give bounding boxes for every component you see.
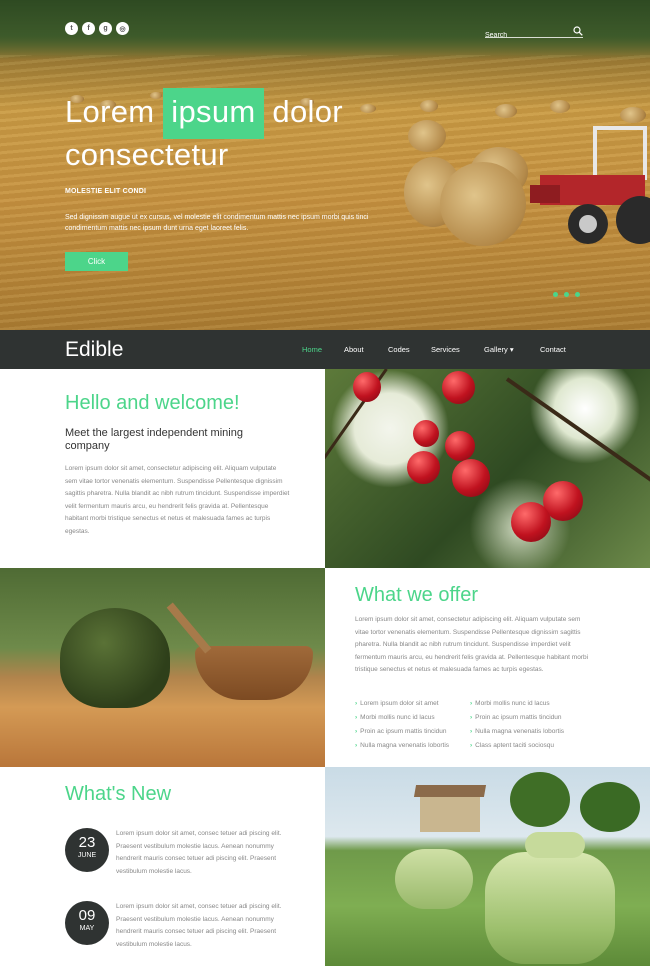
feature-item[interactable]: › Morbi mollis nunc id lacus — [355, 711, 449, 725]
news-text: Lorem ipsum dolor sit amet, consec tetue… — [116, 903, 282, 948]
news-title: What's New — [65, 783, 172, 805]
tractor-illustration — [530, 126, 650, 244]
hero-click-button[interactable]: Click — [65, 252, 128, 271]
google-plus-icon[interactable]: g — [99, 22, 112, 35]
feature-item[interactable]: › Nulla magna venenatis lobortis — [355, 739, 449, 753]
welcome-title: Hello and welcome! — [65, 392, 240, 414]
hero-subtitle: MOLESTIE ELIT CONDI — [65, 188, 147, 195]
date-month: JUNE — [77, 852, 97, 859]
chevron-right-icon: › — [355, 742, 358, 749]
hero-description: Sed dignissim augue ut ex cursus, vel mo… — [65, 214, 369, 232]
feature-item[interactable]: › Proin ac ipsum mattis tincidun — [470, 711, 564, 725]
slider-dot[interactable] — [575, 292, 580, 297]
chevron-right-icon: › — [470, 742, 473, 749]
feature-item[interactable]: › Proin ac ipsum mattis tincidun — [355, 725, 449, 739]
feature-item[interactable]: › Morbi mollis nunc id lacus — [470, 697, 564, 711]
hay-bales-image — [325, 767, 650, 966]
offer-title: What we offer — [355, 584, 479, 606]
nav-item-about[interactable]: About — [344, 345, 364, 354]
date-badge: 23 JUNE — [65, 828, 109, 872]
welcome-lead: Meet the largest independent mining comp… — [65, 427, 243, 452]
chevron-right-icon: › — [355, 728, 358, 735]
slider-dot[interactable] — [564, 292, 569, 297]
slider-dot[interactable] — [553, 292, 558, 297]
welcome-body: Lorem ipsum dolor sit amet, consectetur … — [65, 465, 290, 535]
social-links: t f g ◎ — [65, 22, 129, 35]
date-day: 23 — [78, 834, 96, 851]
hero-title-part1: Lorem — [65, 94, 155, 129]
nav-item-services[interactable]: Services — [431, 345, 460, 354]
news-text: Lorem ipsum dolor sit amet, consec tetue… — [116, 830, 282, 875]
offer-body: Lorem ipsum dolor sit amet, consectetur … — [355, 616, 589, 673]
feature-item[interactable]: › Class aptent taciti sociosqu — [470, 739, 564, 753]
chevron-right-icon: › — [355, 700, 358, 707]
hero-title-part2: dolor — [272, 94, 343, 129]
facebook-icon[interactable]: f — [82, 22, 95, 35]
nav-item-codes[interactable]: Codes — [388, 345, 410, 354]
feature-item[interactable]: › Lorem ipsum dolor sit amet — [355, 697, 449, 711]
broccoli-image — [0, 568, 325, 767]
slider-dots — [553, 292, 580, 297]
dribbble-icon[interactable]: ◎ — [116, 22, 129, 35]
twitter-icon[interactable]: t — [65, 22, 78, 35]
date-month: MAY — [79, 925, 95, 932]
chevron-right-icon: › — [470, 714, 473, 721]
nav-item-home[interactable]: Home — [302, 345, 322, 354]
search-input[interactable] — [485, 32, 565, 39]
cherries-image — [325, 369, 650, 568]
chevron-right-icon: › — [470, 728, 473, 735]
nav-item-contact[interactable]: Contact — [540, 345, 566, 354]
hero-title: Lorem ipsum dolor consectetur — [65, 88, 395, 176]
hero-title-highlight: ipsum — [163, 88, 264, 139]
nav-menu: Home About Codes Services Gallery ▾ Cont… — [0, 345, 650, 355]
search-box — [485, 24, 583, 39]
feature-item[interactable]: › Nulla magna venenatis lobortis — [470, 725, 564, 739]
search-icon[interactable] — [573, 26, 583, 36]
hero-banner: t f g ◎ Lorem ipsum dolor consectetur MO… — [0, 0, 650, 330]
hero-title-line2: consectetur — [65, 137, 229, 172]
date-badge: 09 MAY — [65, 901, 109, 945]
date-day: 09 — [78, 907, 96, 924]
chevron-right-icon: › — [470, 700, 473, 707]
nav-item-gallery[interactable]: Gallery ▾ — [484, 345, 514, 354]
chevron-right-icon: › — [355, 714, 358, 721]
